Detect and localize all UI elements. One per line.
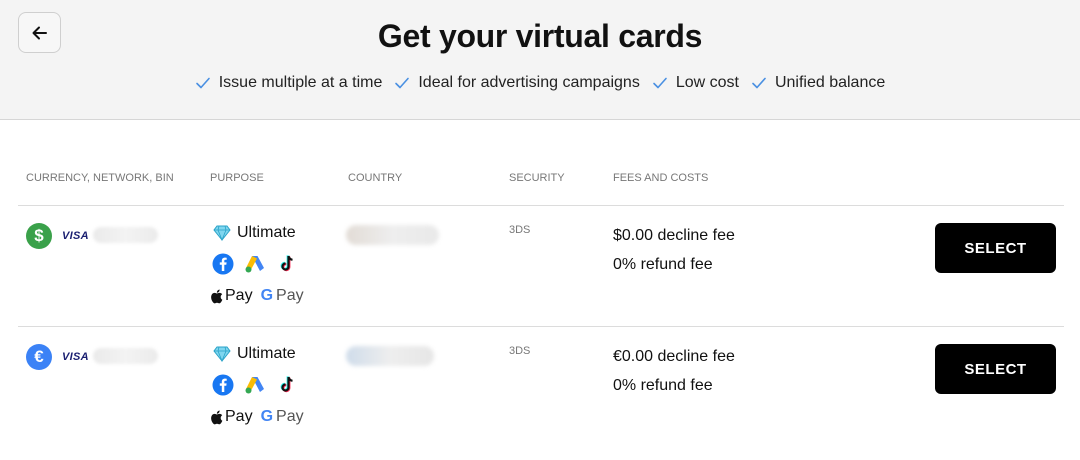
bin-redacted xyxy=(93,348,158,364)
google-ads-icon xyxy=(245,256,264,273)
bin-redacted xyxy=(93,227,158,243)
google-g-icon: G xyxy=(260,287,274,304)
column-header-country: COUNTRY xyxy=(348,172,403,184)
google-pay-badge: G Pay xyxy=(261,287,304,305)
feature-item: Ideal for advertising campaigns xyxy=(394,74,640,92)
page-title: Get your virtual cards xyxy=(377,18,703,54)
select-button[interactable]: SELECT xyxy=(935,223,1056,273)
country-redacted xyxy=(346,346,434,366)
feature-label: Unified balance xyxy=(774,74,886,91)
security-value: 3DS xyxy=(509,224,531,236)
feature-label: Issue multiple at a time xyxy=(218,74,383,91)
purpose-text: Ultimate xyxy=(237,224,296,241)
select-button[interactable]: SELECT xyxy=(935,344,1056,394)
feature-item: Low cost xyxy=(652,74,739,92)
column-header-security: SECURITY xyxy=(509,172,565,184)
purpose-label: Ultimate xyxy=(213,224,296,242)
google-pay-text: Pay xyxy=(276,408,304,425)
facebook-icon xyxy=(212,374,234,396)
apple-icon xyxy=(211,410,223,424)
feature-item: Unified balance xyxy=(751,74,885,92)
visa-logo: VISA xyxy=(62,230,89,242)
diamond-icon xyxy=(213,346,231,362)
table-header: CURRENCY, NETWORK, BIN PURPOSE COUNTRY S… xyxy=(0,172,1080,186)
tiktok-icon xyxy=(280,376,293,393)
check-icon xyxy=(752,77,766,89)
check-icon xyxy=(653,77,667,89)
page-header: Get your virtual cards Issue multiple at… xyxy=(0,0,1080,120)
google-g-icon: G xyxy=(260,408,274,425)
column-header-currency: CURRENCY, NETWORK, BIN xyxy=(26,172,174,184)
purpose-text: Ultimate xyxy=(237,345,296,362)
purpose-label: Ultimate xyxy=(213,345,296,363)
apple-pay-text: Pay xyxy=(225,287,253,304)
country-redacted xyxy=(346,225,439,245)
platform-icons xyxy=(212,253,298,275)
diamond-icon xyxy=(213,225,231,241)
google-pay-badge: G Pay xyxy=(261,408,304,426)
euro-icon: € xyxy=(26,344,52,370)
column-header-fees: FEES AND COSTS xyxy=(613,172,709,184)
google-pay-text: Pay xyxy=(276,287,304,304)
feature-list: Issue multiple at a time Ideal for adver… xyxy=(0,74,1080,92)
apple-pay-text: Pay xyxy=(225,408,253,425)
check-icon xyxy=(395,77,410,89)
tiktok-icon xyxy=(280,255,293,272)
feature-item: Issue multiple at a time xyxy=(195,74,383,92)
wallet-options: Pay G Pay xyxy=(210,287,304,305)
column-header-purpose: PURPOSE xyxy=(210,172,264,184)
apple-icon xyxy=(211,289,223,303)
security-value: 3DS xyxy=(509,345,531,357)
decline-fee: €0.00 decline fee xyxy=(613,348,735,365)
platform-icons xyxy=(212,374,298,396)
refund-fee: 0% refund fee xyxy=(613,377,713,394)
dollar-icon: $ xyxy=(26,223,52,249)
refund-fee: 0% refund fee xyxy=(613,256,713,273)
table-row: $ VISA Ultimate Pay G Pay 3DS $0.00 decl… xyxy=(0,206,1080,326)
feature-label: Ideal for advertising campaigns xyxy=(418,74,640,91)
apple-pay-badge: Pay xyxy=(210,408,253,426)
apple-pay-badge: Pay xyxy=(210,287,253,305)
feature-label: Low cost xyxy=(675,74,739,91)
facebook-icon xyxy=(212,253,234,275)
wallet-options: Pay G Pay xyxy=(210,408,304,426)
check-icon xyxy=(195,77,210,89)
visa-logo: VISA xyxy=(62,351,89,363)
table-row: € VISA Ultimate Pay G Pay 3DS €0.00 decl… xyxy=(0,327,1080,447)
google-ads-icon xyxy=(245,377,264,394)
decline-fee: $0.00 decline fee xyxy=(613,227,735,244)
